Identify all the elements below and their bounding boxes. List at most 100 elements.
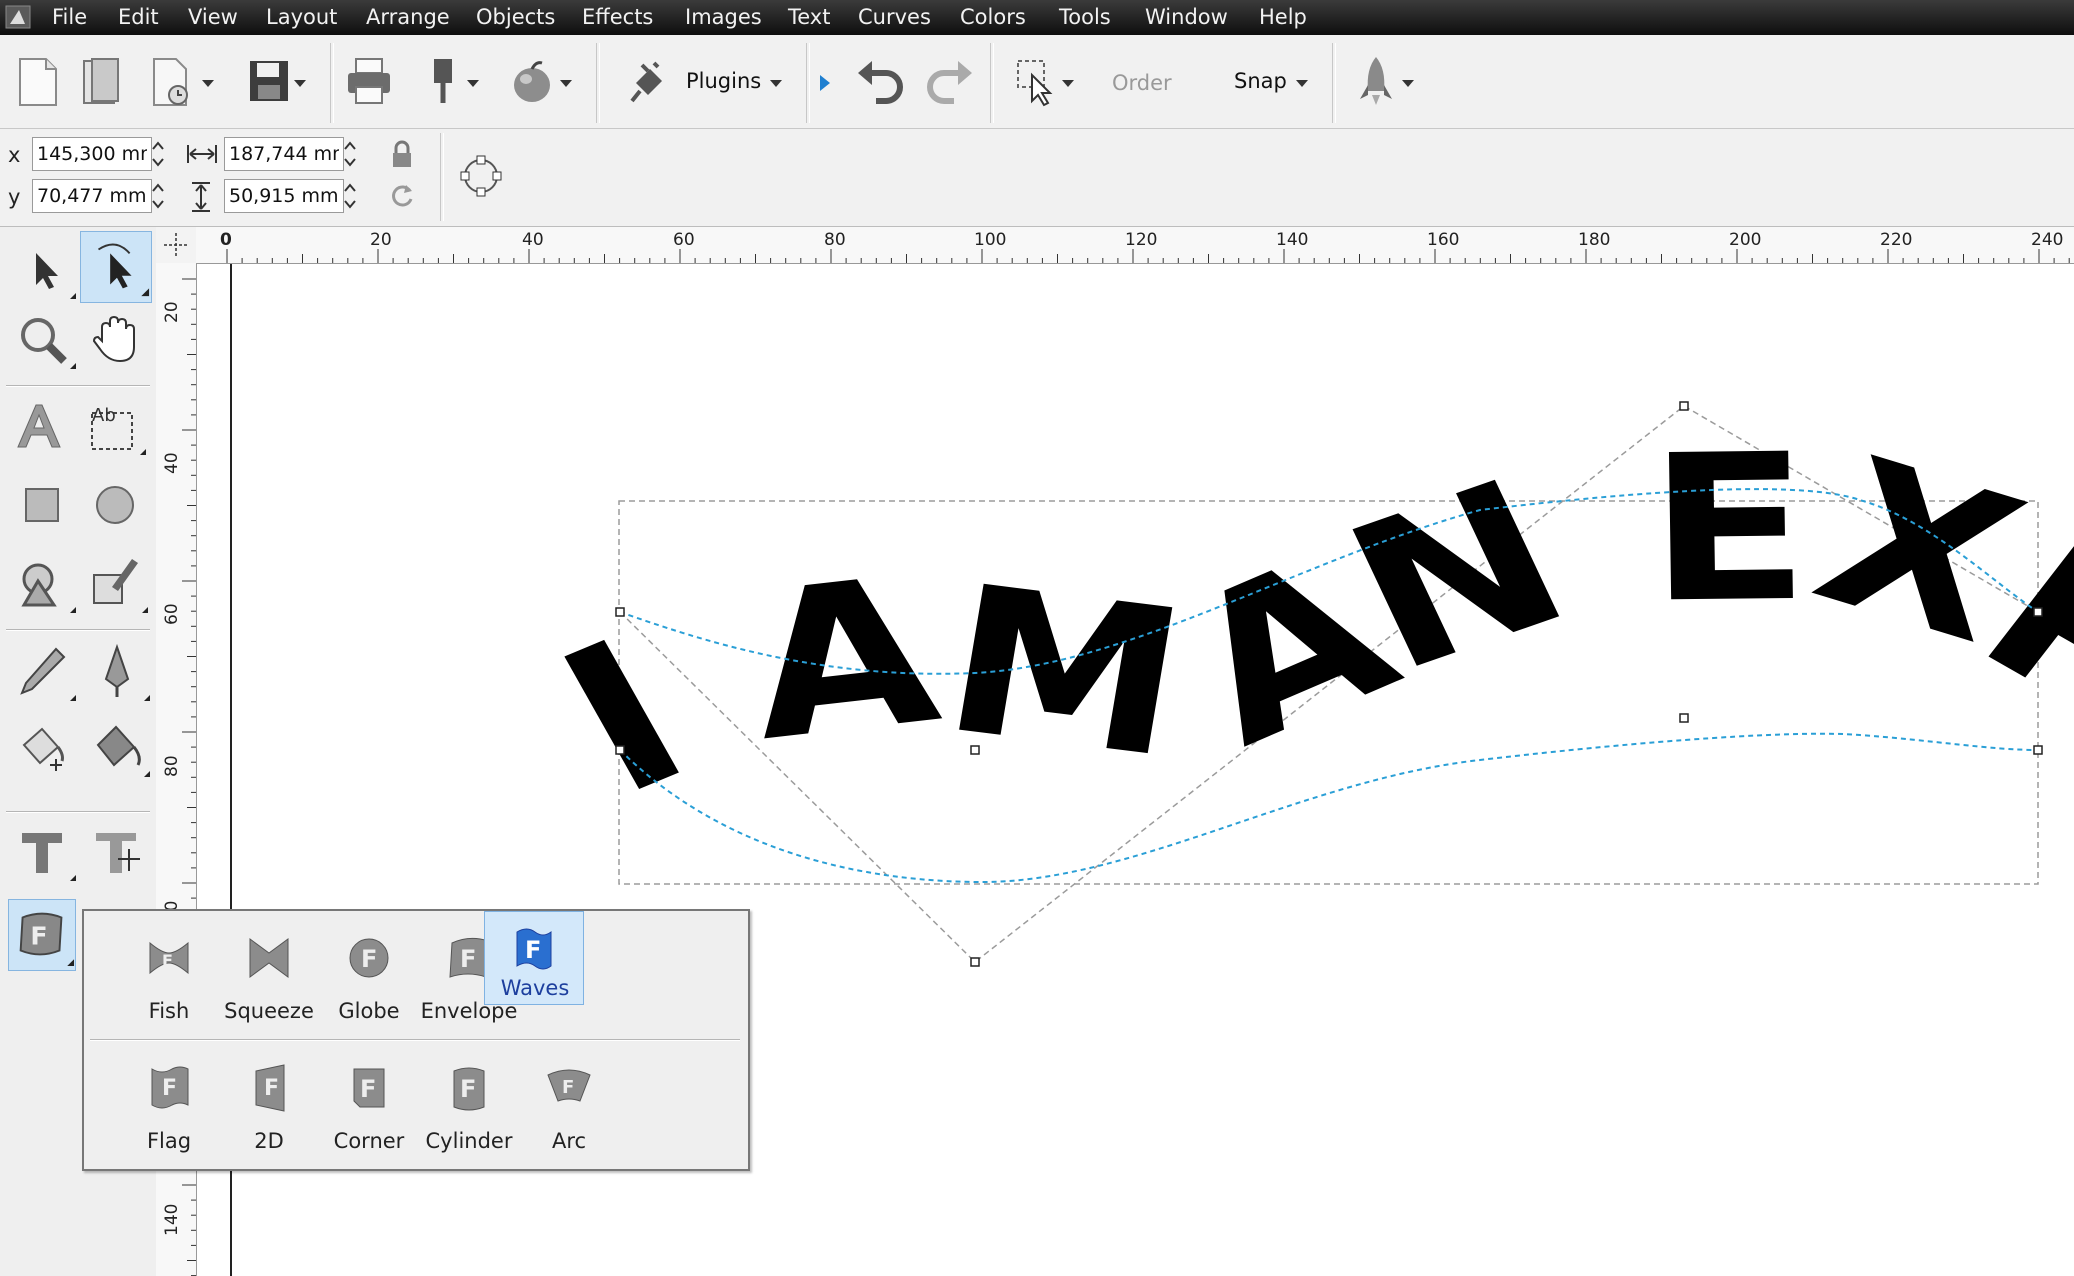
select-objects-icon[interactable] [1014, 57, 1060, 107]
plugins-icon[interactable] [630, 61, 670, 103]
frame-text-tool-icon[interactable]: Ab [80, 393, 146, 459]
export-icon[interactable] [428, 57, 458, 107]
print-icon[interactable] [346, 57, 392, 105]
menu-bar: File Edit View Layout Arrange Objects Ef… [0, 0, 2074, 35]
corner-icon: F [353, 1068, 385, 1108]
distort-arc[interactable]: F Arc [504, 1047, 634, 1169]
text-effects-tool-icon[interactable] [10, 819, 76, 885]
rocket-icon[interactable] [1356, 55, 1396, 107]
property-bar: x y [0, 129, 2074, 227]
chevron-down-icon[interactable] [560, 80, 572, 87]
fish-icon: F [149, 941, 189, 975]
width-field[interactable] [224, 137, 344, 171]
dimension-tool-icon[interactable] [84, 819, 150, 885]
menu-objects[interactable]: Objects [476, 0, 555, 35]
menu-text[interactable]: Text [788, 0, 830, 35]
crosshair-icon [164, 233, 188, 257]
distort-waves[interactable]: F Waves [484, 911, 584, 1005]
app-logo-icon[interactable] [5, 5, 31, 29]
ellipse-tool-icon[interactable] [82, 473, 148, 539]
y-spinner[interactable] [150, 179, 166, 213]
pencil-tool-icon[interactable] [10, 639, 76, 705]
snap-button[interactable]: Snap [1234, 69, 1287, 93]
menu-arrange[interactable]: Arrange [366, 0, 450, 35]
chevron-down-icon[interactable] [294, 80, 306, 87]
undo-icon[interactable] [856, 59, 906, 107]
chevron-down-icon[interactable] [467, 80, 479, 87]
pick-tool-icon[interactable] [10, 237, 76, 303]
transform-handles-icon[interactable] [458, 153, 504, 199]
arc-icon: F [547, 1069, 591, 1102]
menu-edit[interactable]: Edit [118, 0, 159, 35]
shape-tool-icon[interactable] [80, 231, 152, 303]
fill-tool-icon[interactable] [10, 715, 76, 781]
height-field[interactable] [224, 179, 344, 213]
rotate-icon[interactable] [388, 181, 416, 209]
text-tool-icon[interactable] [6, 393, 72, 459]
ruler-label: 80 [162, 755, 182, 777]
width-spinner[interactable] [342, 137, 358, 171]
chevron-down-icon[interactable] [1062, 80, 1074, 87]
svg-text:F: F [162, 1076, 177, 1101]
paint-tool-icon[interactable] [82, 551, 148, 617]
menu-tools[interactable]: Tools [1059, 0, 1111, 35]
open-recent-icon[interactable] [150, 57, 198, 107]
chevron-down-icon[interactable] [770, 80, 782, 87]
distort-waves-label: Waves [500, 976, 570, 1000]
menu-file[interactable]: File [52, 0, 87, 35]
ruler-label: 120 [1125, 230, 1158, 250]
chevron-down-icon[interactable] [1402, 80, 1414, 87]
ruler-label: 60 [162, 603, 182, 625]
chevron-down-icon[interactable] [1296, 80, 1308, 87]
menu-view[interactable]: View [188, 0, 238, 35]
play-icon[interactable] [818, 73, 832, 93]
ruler-label: 20 [370, 230, 392, 250]
svg-text:Ab: Ab [92, 405, 116, 426]
ruler-origin[interactable] [156, 227, 197, 264]
ruler-label: 140 [1276, 230, 1309, 250]
interactive-fill-icon[interactable] [84, 715, 150, 781]
horizontal-ruler[interactable]: 0 20 40 60 80 100 120 140 160 180 200 22… [196, 227, 2074, 264]
ruler-label: 220 [1880, 230, 1913, 250]
plugins-button[interactable]: Plugins [686, 69, 761, 93]
menu-curves[interactable]: Curves [858, 0, 931, 35]
width-icon [187, 145, 217, 163]
shapes-tool-icon[interactable] [10, 551, 76, 617]
menu-window[interactable]: Window [1145, 0, 1228, 35]
new-document-icon[interactable] [16, 57, 60, 107]
menu-images[interactable]: Images [685, 0, 762, 35]
menu-help[interactable]: Help [1259, 0, 1307, 35]
y-position-field[interactable] [32, 179, 152, 213]
ruler-label: 100 [974, 230, 1007, 250]
x-position-field[interactable] [32, 137, 152, 171]
menu-layout[interactable]: Layout [266, 0, 337, 35]
lock-ratio-icon[interactable] [390, 139, 414, 169]
svg-text:F: F [525, 936, 541, 964]
pan-tool-icon[interactable] [84, 307, 150, 373]
menu-colors[interactable]: Colors [960, 0, 1026, 35]
rectangle-tool-icon[interactable] [10, 473, 76, 539]
cylinder-icon: F [453, 1067, 485, 1111]
svg-text:F: F [361, 945, 377, 973]
x-spinner[interactable] [150, 137, 166, 171]
svg-text:F: F [30, 922, 47, 951]
zoom-tool-icon[interactable] [10, 307, 76, 373]
svg-text:F: F [460, 945, 476, 973]
ruler-label: 40 [522, 230, 544, 250]
height-icon [192, 182, 210, 212]
menu-effects[interactable]: Effects [582, 0, 653, 35]
distort-tool-icon[interactable]: F [8, 899, 76, 971]
height-spinner[interactable] [342, 179, 358, 213]
ruler-label: 240 [2031, 230, 2064, 250]
redo-icon[interactable] [924, 59, 974, 107]
order-button[interactable]: Order [1112, 71, 1172, 95]
x-label: x [8, 143, 21, 167]
main-toolbar: Plugins Order Snap [0, 35, 2074, 129]
chevron-down-icon[interactable] [202, 80, 214, 87]
publish-icon[interactable] [510, 59, 554, 105]
open-icon[interactable] [80, 57, 124, 107]
ruler-label: 60 [673, 230, 695, 250]
save-icon[interactable] [248, 59, 290, 103]
2d-icon: F [255, 1064, 285, 1112]
pen-tool-icon[interactable] [84, 639, 150, 705]
